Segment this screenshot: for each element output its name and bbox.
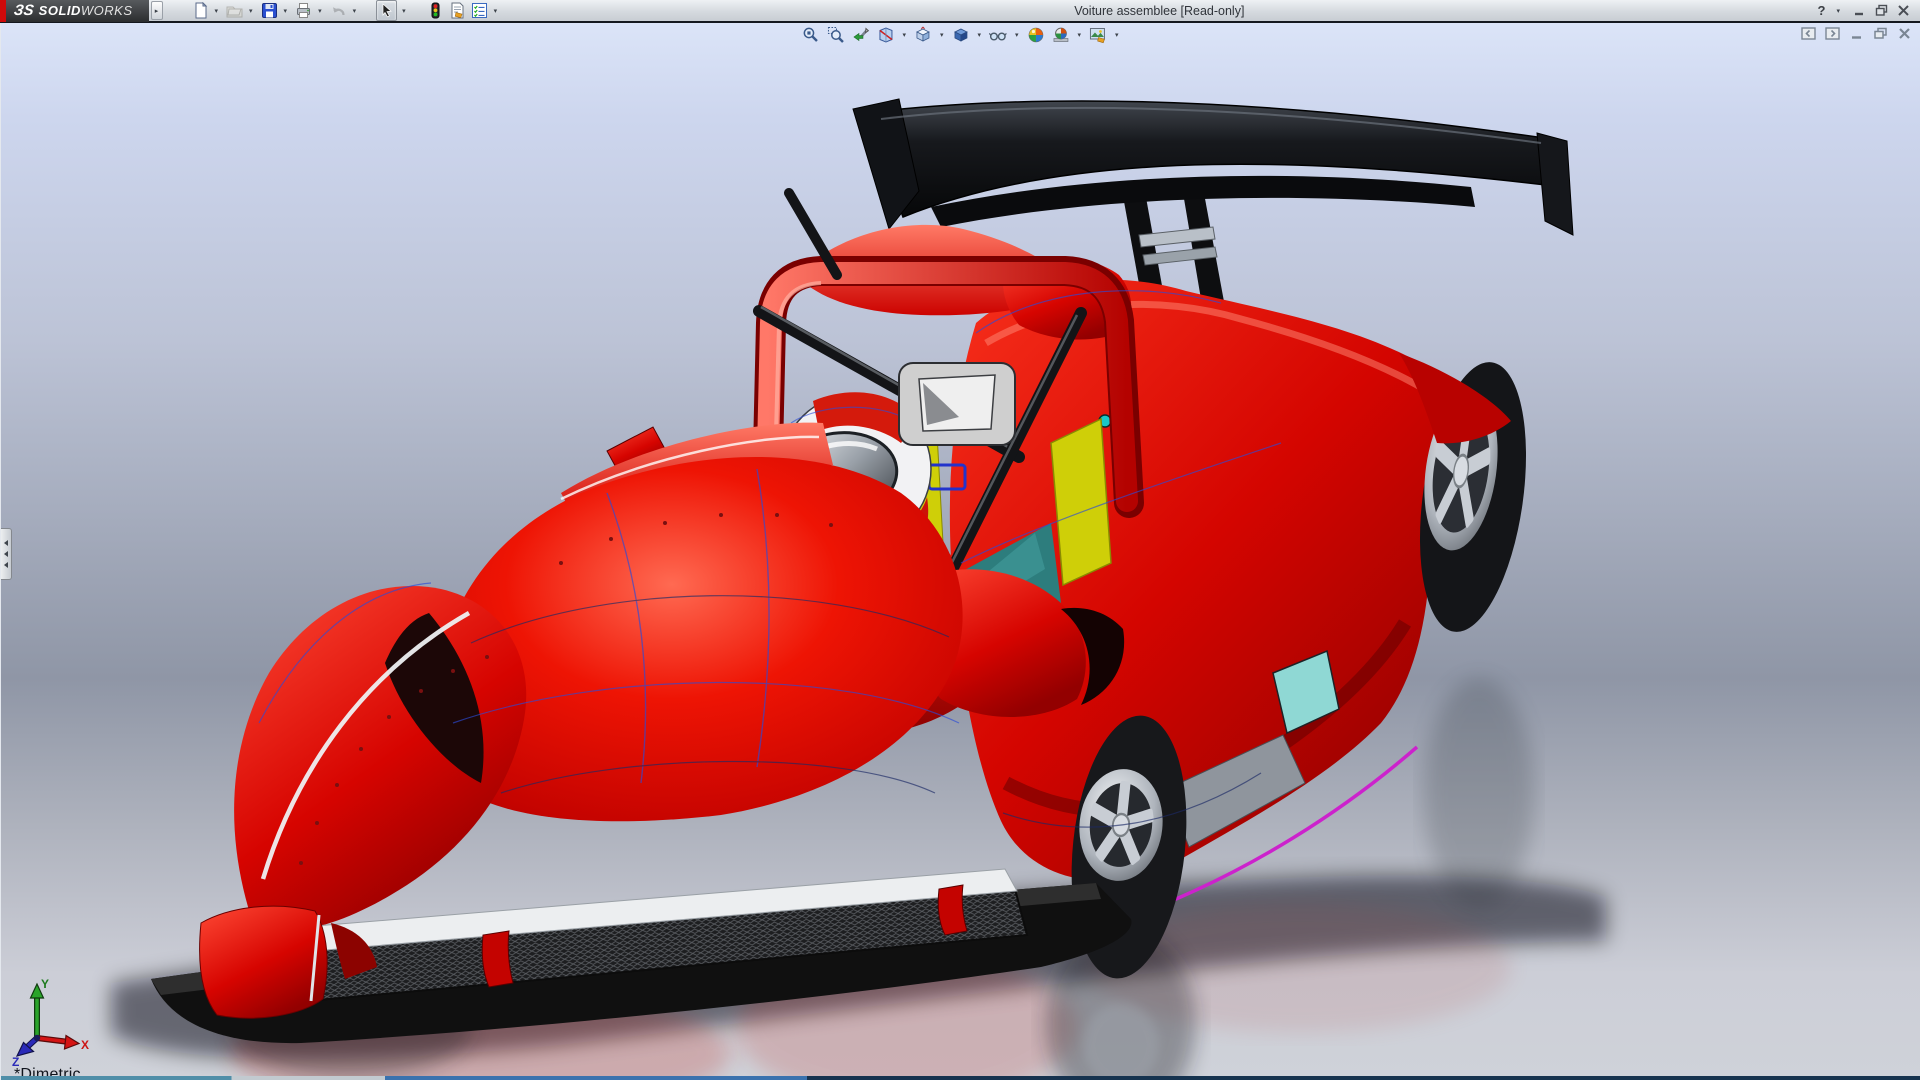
edit-appearance-button[interactable] — [1026, 25, 1046, 45]
solidworks-logo: ЗSSOLIDWORKS — [0, 0, 149, 22]
display-style-dropdown[interactable]: ▾ — [977, 31, 981, 39]
options-dropdown[interactable]: ▾ — [494, 7, 498, 15]
titlebar: ЗSSOLIDWORKS ▸ ▾ ▾ ▾ ▾ ▾ ▾ — [0, 0, 1920, 23]
3d-model-voiture[interactable] — [1, 23, 1920, 1080]
save-button[interactable] — [260, 0, 279, 21]
view-orientation-dropdown[interactable]: ▾ — [940, 31, 944, 39]
section-view-dropdown[interactable]: ▾ — [902, 31, 906, 39]
view-settings-button[interactable] — [1088, 25, 1108, 45]
select-tool-button[interactable] — [376, 0, 397, 21]
doc-close-icon[interactable] — [1897, 27, 1912, 40]
new-dropdown[interactable]: ▾ — [215, 7, 219, 15]
window-bottom-edge — [1, 1076, 1920, 1080]
file-properties-icon — [449, 2, 466, 19]
section-view-button[interactable] — [875, 25, 895, 45]
print-dropdown[interactable]: ▾ — [318, 7, 322, 15]
zoom-to-area-button[interactable] — [825, 25, 845, 45]
heads-up-view-toolbar: ▾ ▾ ▾ ▾ ▾ ▾ — [800, 25, 1120, 45]
pane-right-icon[interactable] — [1825, 27, 1840, 40]
undo-button[interactable] — [329, 0, 348, 21]
hide-show-dropdown[interactable]: ▾ — [1015, 31, 1019, 39]
hide-show-items-icon — [989, 26, 1007, 44]
view-settings-icon — [1089, 26, 1107, 44]
restore-icon — [1875, 4, 1888, 17]
rebuild-button[interactable] — [426, 0, 445, 21]
pane-left-icon[interactable] — [1801, 27, 1816, 40]
close-icon — [1897, 4, 1910, 17]
new-document-button[interactable] — [191, 0, 210, 21]
triad-y-label: Y — [41, 977, 49, 991]
undo-icon — [330, 2, 347, 19]
display-style-icon — [951, 26, 969, 44]
previous-view-button[interactable] — [850, 25, 870, 45]
select-dropdown[interactable]: ▾ — [402, 7, 406, 15]
zoom-to-fit-icon — [801, 26, 819, 44]
solidworks-window: ЗSSOLIDWORKS ▸ ▾ ▾ ▾ ▾ ▾ ▾ — [0, 0, 1920, 1080]
apply-scene-button[interactable] — [1051, 25, 1071, 45]
apply-scene-icon — [1052, 26, 1070, 44]
save-dropdown[interactable]: ▾ — [284, 7, 288, 15]
file-properties-button[interactable] — [448, 0, 467, 21]
open-dropdown[interactable]: ▾ — [249, 7, 253, 15]
select-cursor-icon — [378, 2, 395, 19]
close-button[interactable] — [1897, 4, 1910, 17]
open-document-icon — [226, 2, 243, 19]
edit-appearance-icon — [1027, 26, 1045, 44]
undo-dropdown[interactable]: ▾ — [353, 7, 357, 15]
options-button[interactable] — [470, 0, 489, 21]
previous-view-icon — [851, 26, 869, 44]
chevron-left-icon — [4, 551, 8, 557]
save-icon — [261, 2, 278, 19]
restore-button[interactable] — [1875, 4, 1888, 17]
chevron-left-icon — [4, 562, 8, 568]
graphics-viewport[interactable]: ▾ ▾ ▾ ▾ ▾ ▾ — [0, 23, 1920, 1080]
display-style-button[interactable] — [950, 25, 970, 45]
open-document-button[interactable] — [225, 0, 244, 21]
document-title: Voiture assemblee [Read-only] — [501, 4, 1817, 18]
view-orientation-icon — [914, 26, 932, 44]
logo-mark: ЗS — [13, 2, 35, 19]
zoom-to-area-icon — [826, 26, 844, 44]
window-controls: ? ▾ — [1818, 3, 1920, 18]
options-icon — [471, 2, 488, 19]
hide-show-items-button[interactable] — [988, 25, 1008, 45]
rebuild-traffic-light-icon — [427, 2, 444, 19]
menu-flyout-arrow[interactable]: ▸ — [151, 1, 163, 20]
new-document-icon — [192, 2, 209, 19]
chevron-left-icon — [4, 540, 8, 546]
minimize-icon — [1853, 4, 1866, 17]
help-button[interactable]: ? — [1818, 3, 1826, 18]
main-toolbar: ▾ ▾ ▾ ▾ ▾ ▾ — [191, 0, 502, 21]
doc-minimize-icon[interactable] — [1849, 27, 1864, 40]
apply-scene-dropdown[interactable]: ▾ — [1078, 31, 1082, 39]
view-settings-dropdown[interactable]: ▾ — [1115, 31, 1119, 39]
feature-tree-collapsed-tab[interactable] — [1, 528, 12, 580]
minimize-button[interactable] — [1853, 4, 1866, 17]
triad-x-label: X — [81, 1038, 89, 1052]
print-icon — [295, 2, 312, 19]
view-orientation-button[interactable] — [913, 25, 933, 45]
document-window-controls — [1801, 27, 1912, 40]
help-dropdown[interactable]: ▾ — [1836, 7, 1840, 15]
air-intake — [899, 363, 1015, 445]
zoom-to-fit-button[interactable] — [800, 25, 820, 45]
section-view-icon — [876, 26, 894, 44]
doc-restore-icon[interactable] — [1873, 27, 1888, 40]
reference-triad: Y X Z — [11, 976, 95, 1068]
print-button[interactable] — [294, 0, 313, 21]
